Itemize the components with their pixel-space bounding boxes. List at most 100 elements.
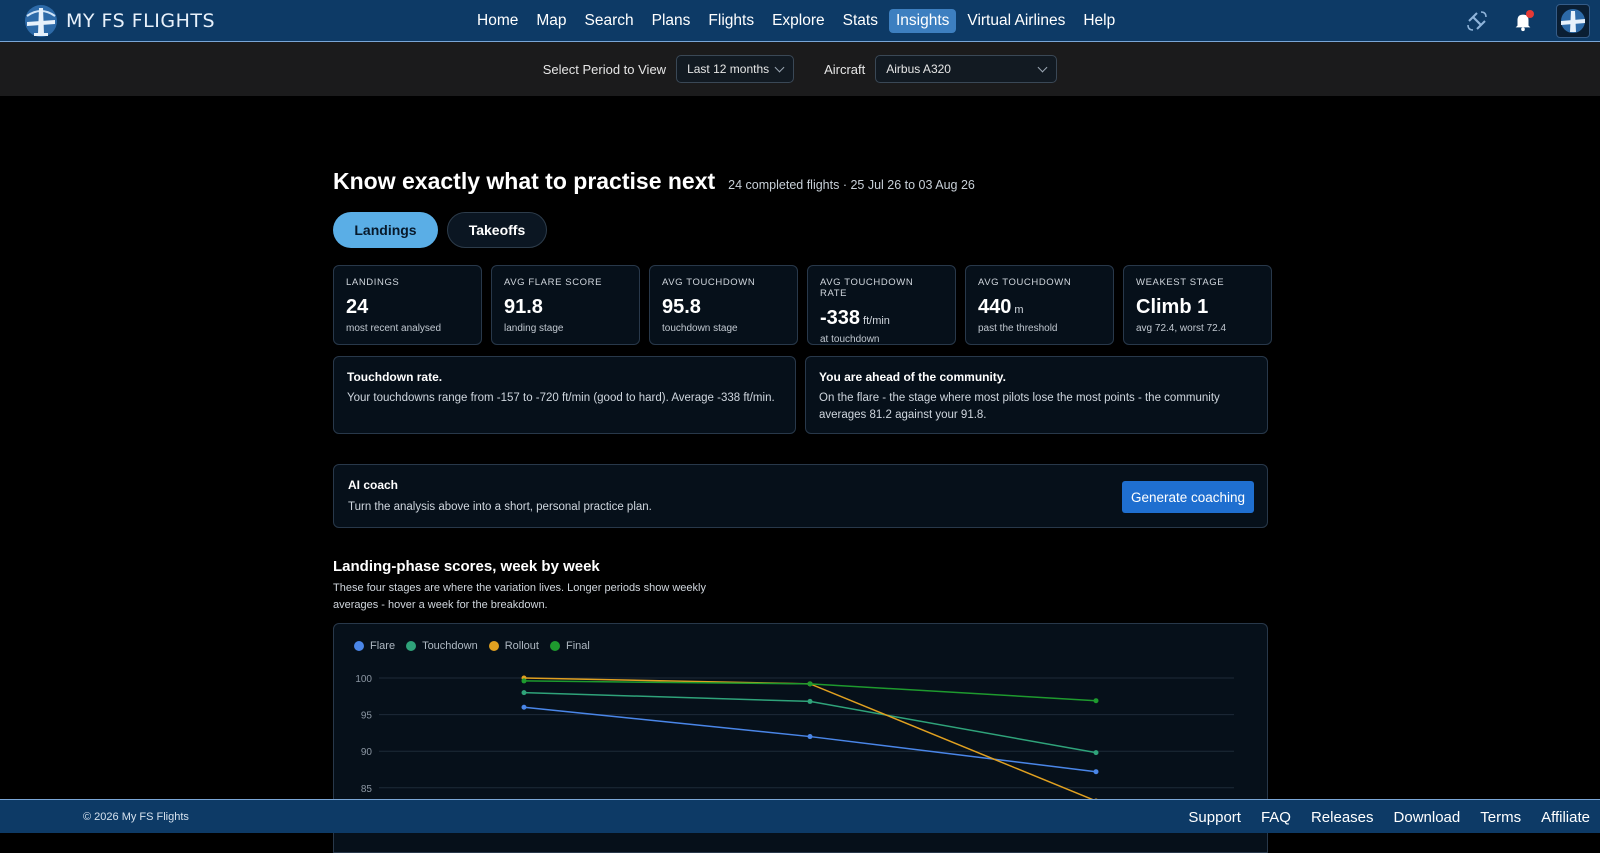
stat-sub: at touchdown	[820, 334, 880, 345]
legend-item-flare[interactable]: Flare	[354, 640, 395, 652]
satellite-icon	[1467, 11, 1487, 31]
data-point-touchdown	[521, 690, 527, 696]
y-tick-label: 100	[355, 674, 372, 685]
insight-title: You are ahead of the community.	[819, 370, 1006, 384]
legend-label: Final	[565, 640, 590, 652]
legend-dot	[354, 641, 364, 651]
chevron-down-icon	[774, 62, 785, 73]
stat-sub: most recent analysed	[346, 323, 442, 334]
stat-cards: Landings 24 most recent analysed Avg fla…	[333, 265, 1272, 345]
legend-label: Touchdown	[422, 640, 478, 652]
stat-label: Avg touchdown rate	[820, 277, 914, 299]
stat-label: Weakest stage	[1136, 277, 1225, 288]
insight-title: Touchdown rate.	[347, 370, 443, 384]
copyright: © 2026 My FS Flights	[83, 811, 189, 823]
footer-link-affiliate[interactable]: Affiliate	[1541, 809, 1590, 826]
legend-item-rollout[interactable]: Rollout	[488, 640, 539, 652]
main-nav: Home Map Search Plans Flights Explore St…	[470, 0, 1126, 42]
chart-section-title: Landing-phase scores, week by week	[333, 558, 600, 575]
nav-home[interactable]: Home	[470, 9, 525, 33]
footer-link-releases[interactable]: Releases	[1311, 809, 1374, 826]
insight-text: On the flare - the stage where most pilo…	[819, 392, 1220, 421]
nav-flights[interactable]: Flights	[701, 9, 761, 33]
stat-number: Climb 1	[1136, 296, 1209, 318]
period-label: Select Period to View	[542, 61, 667, 77]
ai-coach-title: AI coach	[348, 478, 399, 492]
nav-explore[interactable]: Explore	[765, 9, 832, 33]
data-point-final	[521, 678, 527, 684]
tab-landings[interactable]: Landings	[333, 212, 438, 248]
satellite-button[interactable]	[1464, 8, 1490, 34]
y-tick-label: 95	[361, 711, 373, 722]
stat-number: 91.8	[504, 296, 543, 318]
period-select[interactable]: Last 12 months	[676, 55, 795, 83]
stat-card-touchdown-distance: Avg touchdown 440 m past the threshold	[965, 265, 1114, 345]
stat-card-avg-flare: Avg flare score 91.8 landing stage	[491, 265, 640, 345]
insight-community: You are ahead of the community. On the f…	[805, 356, 1268, 434]
page-subtitle: 24 completed flights · 25 Jul 26 to 03 A…	[728, 178, 975, 192]
stat-number: 440	[978, 296, 1012, 318]
top-navbar: MY FS FLIGHTS Home Map Search Plans Flig…	[0, 0, 1600, 42]
stat-card-touchdown-rate: Avg touchdown rate -338 ft/min at touchdo…	[807, 265, 956, 345]
nav-stats[interactable]: Stats	[836, 9, 885, 33]
data-point-touchdown	[807, 698, 813, 704]
data-point-final	[1093, 698, 1099, 704]
data-point-flare	[521, 704, 527, 710]
notifications-button[interactable]	[1510, 8, 1536, 34]
stat-sub: avg 72.4, worst 72.4	[1136, 323, 1227, 334]
notification-badge	[1526, 10, 1534, 18]
stat-sub: landing stage	[504, 323, 564, 334]
data-point-flare	[1093, 769, 1099, 775]
stat-card-landings: Landings 24 most recent analysed	[333, 265, 482, 345]
legend-label: Rollout	[504, 640, 539, 652]
nav-search[interactable]: Search	[578, 9, 641, 33]
stat-sub: past the threshold	[978, 323, 1058, 334]
nav-help[interactable]: Help	[1076, 9, 1122, 33]
aircraft-label: Aircraft	[824, 61, 866, 77]
footer-link-terms[interactable]: Terms	[1480, 809, 1521, 826]
aircraft-select-value: Airbus A320	[886, 62, 951, 76]
series-line-flare	[523, 706, 1097, 773]
stat-value: -338 ft/min	[820, 307, 943, 330]
brand[interactable]: MY FS FLIGHTS	[22, 2, 215, 40]
stat-label: Avg touchdown	[662, 277, 756, 288]
filter-bar: Select Period to View Last 12 months Air…	[0, 42, 1600, 96]
stat-unit: ft/min	[863, 315, 890, 327]
stat-label: Landings	[346, 277, 400, 288]
chart-legend: Flare Touchdown Rollout Final	[354, 640, 590, 652]
stat-number: -338	[820, 307, 861, 329]
footer-links: Support FAQ Releases Download Terms Affi…	[1188, 800, 1590, 834]
footer-link-download[interactable]: Download	[1394, 809, 1461, 826]
chart-section-description: These four stages are where the variatio…	[333, 582, 706, 611]
stat-number: 24	[346, 296, 369, 318]
footer: © 2026 My FS Flights Support FAQ Release…	[0, 799, 1600, 833]
insight-touchdown-rate: Touchdown rate. Your touchdowns range fr…	[333, 356, 796, 434]
stat-value: 91.8	[504, 296, 627, 319]
footer-link-faq[interactable]: FAQ	[1261, 809, 1291, 826]
user-avatar-icon	[1561, 9, 1585, 33]
nav-insights[interactable]: Insights	[888, 9, 957, 33]
page-header: Know exactly what to practise next 24 co…	[333, 168, 975, 195]
tab-takeoffs[interactable]: Takeoffs	[447, 212, 547, 248]
nav-map[interactable]: Map	[529, 9, 573, 33]
stat-value: 95.8	[662, 296, 785, 319]
legend-item-final[interactable]: Final	[549, 640, 590, 652]
stat-value: 24	[346, 296, 469, 319]
stat-card-weakest-stage: Weakest stage Climb 1 avg 72.4, worst 72…	[1123, 265, 1272, 345]
generate-coaching-button[interactable]: Generate coaching	[1122, 481, 1254, 513]
stat-label: Avg touchdown	[978, 277, 1072, 288]
stat-unit: m	[1014, 304, 1024, 316]
aircraft-select[interactable]: Airbus A320	[875, 55, 1058, 83]
period-select-value: Last 12 months	[687, 62, 770, 76]
nav-virtual-airlines[interactable]: Virtual Airlines	[960, 9, 1072, 33]
nav-plans[interactable]: Plans	[645, 9, 698, 33]
footer-link-support[interactable]: Support	[1188, 809, 1241, 826]
data-point-final	[807, 681, 813, 687]
nav-actions	[1464, 0, 1590, 42]
series-line-rollout	[523, 677, 1097, 802]
data-point-flare	[807, 734, 813, 740]
stat-sub: touchdown stage	[662, 323, 738, 334]
legend-item-touchdown[interactable]: Touchdown	[406, 640, 478, 652]
avatar[interactable]	[1556, 4, 1590, 38]
legend-label: Flare	[370, 640, 396, 652]
